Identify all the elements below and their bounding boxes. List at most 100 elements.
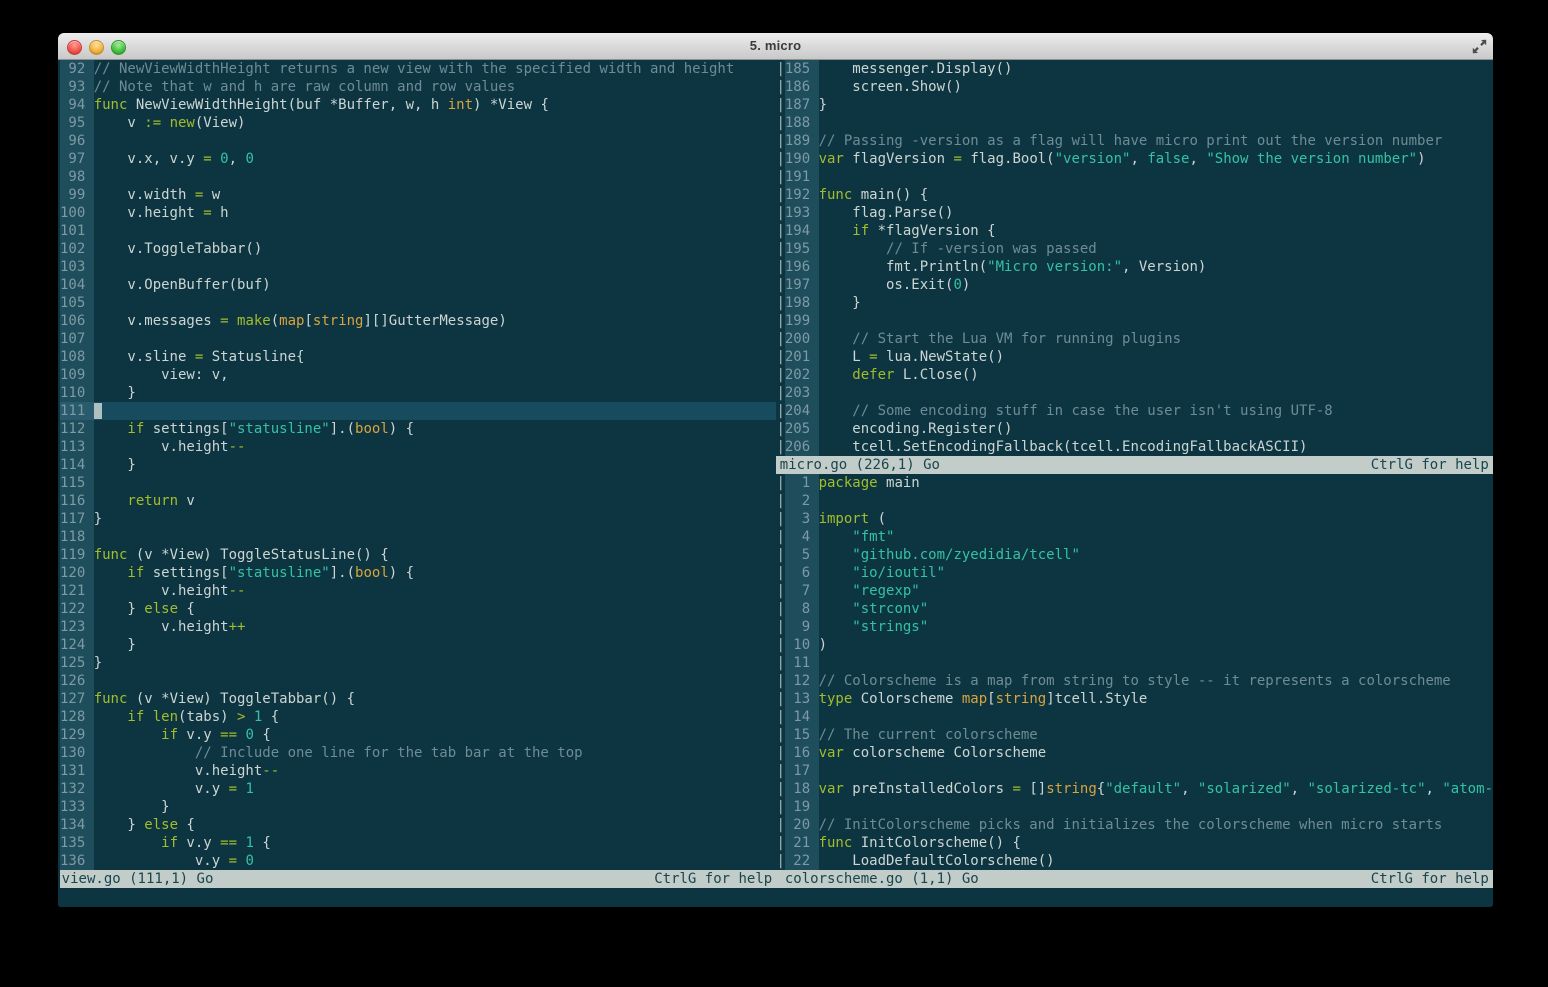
code-line[interactable]: |193 flag.Parse() <box>776 204 1493 222</box>
code-line[interactable]: | 7 "regexp" <box>776 582 1493 600</box>
code-line[interactable]: | 16 var colorscheme Colorscheme <box>776 744 1493 762</box>
code-line[interactable]: | 5 "github.com/zyedidia/tcell" <box>776 546 1493 564</box>
code-line[interactable]: |197 os.Exit(0) <box>776 276 1493 294</box>
code-line[interactable]: 106 v.messages = make(map[string][]Gutte… <box>60 312 776 330</box>
code-line[interactable]: | 8 "strconv" <box>776 600 1493 618</box>
code-line[interactable]: |190 var flagVersion = flag.Bool("version… <box>776 150 1493 168</box>
code-line[interactable]: 115 <box>60 474 776 492</box>
code-line[interactable]: |204 // Some encoding stuff in case the … <box>776 402 1493 420</box>
code-line[interactable]: 112 if settings["statusline"].(bool) { <box>60 420 776 438</box>
code-line[interactable]: | 6 "io/ioutil" <box>776 564 1493 582</box>
fullscreen-expand-icon[interactable] <box>1471 38 1488 55</box>
code-line[interactable]: |185 messenger.Display() <box>776 60 1493 78</box>
code-line[interactable]: | 15// The current colorscheme <box>776 726 1493 744</box>
code-line[interactable]: 124 } <box>60 636 776 654</box>
code-line[interactable]: |205 encoding.Register() <box>776 420 1493 438</box>
code-line[interactable]: | 13 type Colorscheme map[string]tcell.Sty… <box>776 690 1493 708</box>
code-line[interactable]: | 18 var preInstalledColors = []string{"de… <box>776 780 1493 798</box>
code-line[interactable]: 97 v.x, v.y = 0, 0 <box>60 150 776 168</box>
code-line[interactable]: | 17 <box>776 762 1493 780</box>
title-bar[interactable]: 5. micro <box>58 33 1493 60</box>
code-line[interactable]: 129 if v.y == 0 { <box>60 726 776 744</box>
code-line[interactable]: | 3 import ( <box>776 510 1493 528</box>
code-line[interactable]: | 4 "fmt" <box>776 528 1493 546</box>
code-line[interactable]: 133 } <box>60 798 776 816</box>
editor-pane-micro-go[interactable]: |185 messenger.Display() |186 screen.Show… <box>776 60 1493 456</box>
code-line[interactable]: 101 <box>60 222 776 240</box>
code-line[interactable]: 110 } <box>60 384 776 402</box>
code-line[interactable]: 96 <box>60 132 776 150</box>
code-line[interactable]: 94 func NewViewWidthHeight(buf *Buffer, w… <box>60 96 776 114</box>
code-line[interactable]: | 22 LoadDefaultColorscheme() <box>776 852 1493 870</box>
code-line[interactable]: | 2 <box>776 492 1493 510</box>
code-line[interactable]: 127 func (v *View) ToggleTabbar() { <box>60 690 776 708</box>
code-line[interactable]: 126 <box>60 672 776 690</box>
code-line[interactable]: |194 if *flagVersion { <box>776 222 1493 240</box>
code-line[interactable]: |186 screen.Show() <box>776 78 1493 96</box>
code-line[interactable]: |187} <box>776 96 1493 114</box>
code-line[interactable]: 131 v.height-- <box>60 762 776 780</box>
code-line[interactable]: |192 func main() { <box>776 186 1493 204</box>
code-line[interactable]: 118 <box>60 528 776 546</box>
command-line[interactable] <box>58 888 1493 907</box>
code-line[interactable]: 95 v := new(View) <box>60 114 776 132</box>
line-number: 130 <box>60 744 94 762</box>
code-line[interactable]: 121 v.height-- <box>60 582 776 600</box>
code-line[interactable]: 122 } else { <box>60 600 776 618</box>
code-line[interactable]: |203 <box>776 384 1493 402</box>
code-line[interactable]: 134 } else { <box>60 816 776 834</box>
code-line[interactable]: 103 <box>60 258 776 276</box>
code-line[interactable]: |191 <box>776 168 1493 186</box>
code-line[interactable]: 114 } <box>60 456 776 474</box>
code-line[interactable]: 136 v.y = 0 <box>60 852 776 870</box>
code-line[interactable]: 117} <box>60 510 776 528</box>
code-line[interactable]: 92// NewViewWidthHeight returns a new vi… <box>60 60 776 78</box>
code-line[interactable]: 119 func (v *View) ToggleStatusLine() { <box>60 546 776 564</box>
code-line[interactable]: 102 v.ToggleTabbar() <box>60 240 776 258</box>
code-token: LoadDefaultColorscheme() <box>818 853 1055 869</box>
code-line[interactable]: 135 if v.y == 1 { <box>60 834 776 852</box>
code-line[interactable]: |189// Passing -version as a flag will h… <box>776 132 1493 150</box>
code-line[interactable]: 104 v.OpenBuffer(buf) <box>60 276 776 294</box>
code-line[interactable]: 100 v.height = h <box>60 204 776 222</box>
code-line[interactable]: | 10) <box>776 636 1493 654</box>
code-line[interactable]: 109 view: v, <box>60 366 776 384</box>
code-token: { <box>253 727 271 743</box>
code-line[interactable]: |198 } <box>776 294 1493 312</box>
code-line[interactable]: |200 // Start the Lua VM for running plu… <box>776 330 1493 348</box>
code-line[interactable]: 98 <box>60 168 776 186</box>
code-line[interactable]: | 9 "strings" <box>776 618 1493 636</box>
code-line[interactable]: |206 tcell.SetEncodingFallback(tcell.Enc… <box>776 438 1493 456</box>
code-line[interactable]: |196 fmt.Println("Micro version:", Versi… <box>776 258 1493 276</box>
code-line[interactable]: 107 <box>60 330 776 348</box>
code-line[interactable]: |201 L = lua.NewState() <box>776 348 1493 366</box>
code-line[interactable]: | 21 func InitColorscheme() { <box>776 834 1493 852</box>
code-line[interactable]: |202 defer L.Close() <box>776 366 1493 384</box>
code-token: } <box>93 385 136 401</box>
code-line[interactable]: 99 v.width = w <box>60 186 776 204</box>
code-line[interactable]: 132 v.y = 1 <box>60 780 776 798</box>
code-line[interactable]: |188 <box>776 114 1493 132</box>
code-line[interactable]: 116 return v <box>60 492 776 510</box>
code-line[interactable]: | 19 <box>776 798 1493 816</box>
split-divider: | <box>776 115 785 131</box>
code-line[interactable]: 125} <box>60 654 776 672</box>
code-line[interactable]: 120 if settings["statusline"].(bool) { <box>60 564 776 582</box>
code-line[interactable]: | 11 <box>776 654 1493 672</box>
editor-pane-colorscheme-go[interactable]: | 1 package main | 2 | 3 import (| 4 "fmt" | 5 "gi… <box>776 474 1493 870</box>
code-line[interactable]: 123 v.height++ <box>60 618 776 636</box>
code-line[interactable]: | 1 package main <box>776 474 1493 492</box>
code-line[interactable]: 130 // Include one line for the tab bar … <box>60 744 776 762</box>
code-line[interactable]: |195 // If -version was passed <box>776 240 1493 258</box>
code-line[interactable]: 105 <box>60 294 776 312</box>
code-line[interactable]: 128 if len(tabs) > 1 { <box>60 708 776 726</box>
code-line[interactable]: | 20// InitColorscheme picks and initiali… <box>776 816 1493 834</box>
editor-pane-view-go[interactable]: 92// NewViewWidthHeight returns a new vi… <box>60 60 777 870</box>
code-line[interactable]: |199 <box>776 312 1493 330</box>
code-line[interactable]: | 12// Colorscheme is a map from string t… <box>776 672 1493 690</box>
code-line[interactable]: | 14 <box>776 708 1493 726</box>
code-line[interactable]: 108 v.sline = Statusline{ <box>60 348 776 366</box>
code-line[interactable]: 93// Note that w and h are raw column an… <box>60 78 776 96</box>
code-line[interactable]: 113 v.height-- <box>60 438 776 456</box>
code-line[interactable]: 111 <box>60 402 777 420</box>
